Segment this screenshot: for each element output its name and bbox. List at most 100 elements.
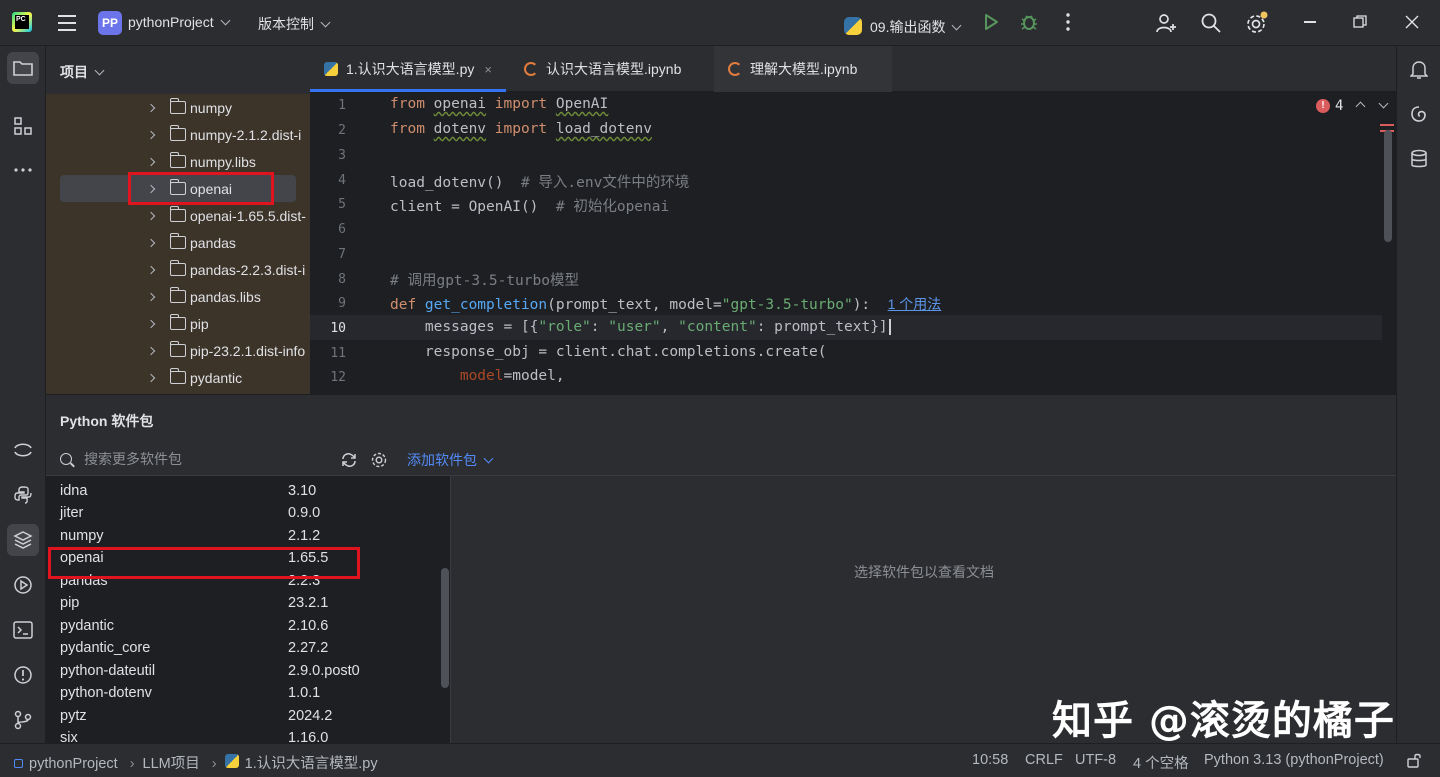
ai-assistant-icon[interactable] xyxy=(1403,98,1435,130)
code-line: model=model, xyxy=(459,368,565,384)
chevron-right-icon[interactable] xyxy=(146,157,156,166)
package-row[interactable]: idna 3.10 xyxy=(46,483,450,505)
tab-close-icon[interactable]: × xyxy=(484,62,492,77)
packages-panel-title: Python 软件包 xyxy=(60,413,154,429)
package-row[interactable]: python-dateutil 2.9.0.post0 xyxy=(46,663,450,685)
structure-icon[interactable] xyxy=(7,110,39,142)
package-version: 2.1.2 xyxy=(288,528,321,544)
tab-notebook-2[interactable]: 理解大模型.ipynb xyxy=(714,46,892,92)
code-editor[interactable]: 1 2 3 4 5 6 7 8 9 10 11 12 from openai i… xyxy=(310,92,1396,394)
package-row[interactable]: pip 23.2.1 xyxy=(46,595,450,617)
chevron-right-icon[interactable] xyxy=(146,319,156,328)
project-panel-header[interactable]: 项目 xyxy=(60,62,105,82)
breadcrumb-project[interactable]: pythonProject xyxy=(29,756,118,772)
file-encoding[interactable]: UTF-8 xyxy=(1075,752,1116,768)
error-stripe-mark[interactable] xyxy=(1380,124,1394,126)
tree-item-numpy-dist-info[interactable]: numpy-2.1.2.dist-i xyxy=(46,121,310,148)
unlock-icon[interactable] xyxy=(1406,752,1424,770)
tab-active-py[interactable]: 1.认识大语言模型.py × xyxy=(310,46,506,92)
git-icon[interactable] xyxy=(7,704,39,736)
documentation-hint: 选择软件包以查看文档 xyxy=(854,564,994,580)
tree-item-pandas-libs[interactable]: pandas.libs xyxy=(46,283,310,310)
breadcrumb-folder[interactable]: LLM项目 xyxy=(143,756,200,772)
tree-item-openai-dist-info[interactable]: openai-1.65.5.dist- xyxy=(46,202,310,229)
python-file-icon xyxy=(324,62,338,76)
close-icon[interactable] xyxy=(1402,12,1422,32)
package-row[interactable]: jiter 0.9.0 xyxy=(46,505,450,527)
chevron-right-icon[interactable] xyxy=(146,130,156,139)
run-config-selector[interactable]: 09.输出函数 xyxy=(844,14,962,37)
package-name: numpy xyxy=(60,528,104,544)
caret-position[interactable]: 10:58 xyxy=(972,752,1008,768)
notebook-icon xyxy=(728,62,742,76)
debug-icon[interactable] xyxy=(1018,11,1040,33)
chevron-up-icon[interactable] xyxy=(1355,101,1366,111)
package-row[interactable]: pytz 2024.2 xyxy=(46,708,450,730)
tree-item-pydantic[interactable]: pydantic xyxy=(46,364,310,391)
breadcrumb-separator-icon: › xyxy=(211,756,217,772)
tab-notebook-1[interactable]: 认识大语言模型.ipynb xyxy=(510,46,695,92)
add-user-icon[interactable] xyxy=(1154,11,1178,35)
services-icon[interactable] xyxy=(7,434,39,466)
tree-item-numpy-libs[interactable]: numpy.libs xyxy=(46,148,310,175)
line-separator[interactable]: CRLF xyxy=(1025,752,1063,768)
tree-item-pandas[interactable]: pandas xyxy=(46,229,310,256)
chevron-right-icon[interactable] xyxy=(146,265,156,274)
tab-label: 1.认识大语言模型.py xyxy=(346,61,475,77)
search-icon[interactable] xyxy=(1199,11,1223,35)
chevron-right-icon[interactable] xyxy=(146,373,156,382)
python-console-icon[interactable] xyxy=(7,479,39,511)
usage-hint-link[interactable]: 1 个用法 xyxy=(888,296,942,312)
python-interpreter[interactable]: Python 3.13 (pythonProject) xyxy=(1204,752,1384,768)
package-row[interactable]: python-dotenv 1.0.1 xyxy=(46,685,450,707)
project-folder-icon[interactable] xyxy=(7,52,39,84)
error-indicator[interactable]: ! 4 xyxy=(1316,98,1389,114)
tree-item-numpy[interactable]: numpy xyxy=(46,94,310,121)
package-settings-gear-icon[interactable] xyxy=(370,451,390,471)
line-number: 9 xyxy=(338,296,346,311)
more-actions-icon[interactable] xyxy=(1058,11,1078,33)
breadcrumb-file[interactable]: 1.认识大语言模型.py xyxy=(245,756,378,772)
package-row[interactable]: pydantic 2.10.6 xyxy=(46,618,450,640)
tree-item-pip[interactable]: pip xyxy=(46,310,310,337)
folder-icon xyxy=(169,341,186,357)
chevron-right-icon[interactable] xyxy=(146,211,156,220)
chevron-down-icon xyxy=(952,20,962,31)
chevron-down-icon[interactable] xyxy=(1378,98,1389,108)
add-package-button[interactable]: 添加软件包 xyxy=(407,450,494,470)
vcs-menu[interactable]: 版本控制 xyxy=(258,14,331,34)
chevron-right-icon[interactable] xyxy=(146,103,156,112)
code-line: # 调用gpt-3.5-turbo模型 xyxy=(390,273,579,289)
problems-icon[interactable] xyxy=(7,659,39,691)
tree-item-pip-dist-info[interactable]: pip-23.2.1.dist-info xyxy=(46,337,310,364)
notifications-bell-icon[interactable] xyxy=(1403,54,1435,86)
tree-item-pandas-dist-info[interactable]: pandas-2.2.3.dist-i xyxy=(46,256,310,283)
python-icon xyxy=(844,17,862,35)
terminal-icon[interactable] xyxy=(7,614,39,646)
main-menu-icon[interactable] xyxy=(56,12,78,34)
package-list-scrollbar[interactable] xyxy=(441,568,449,688)
minimize-icon[interactable] xyxy=(1300,12,1320,32)
refresh-icon[interactable] xyxy=(340,451,360,471)
package-row[interactable]: pydantic_core 2.27.2 xyxy=(46,640,450,662)
database-icon[interactable] xyxy=(1403,143,1435,175)
package-search-input[interactable]: 搜索更多软件包 xyxy=(60,449,182,469)
package-row[interactable]: six 1.16.0 xyxy=(46,730,450,744)
project-badge[interactable]: PP xyxy=(98,11,122,35)
run-tool-icon[interactable] xyxy=(7,569,39,601)
chevron-right-icon[interactable] xyxy=(146,238,156,247)
search-placeholder: 搜索更多软件包 xyxy=(84,451,182,467)
package-version: 0.9.0 xyxy=(288,505,321,521)
more-tools-icon[interactable] xyxy=(7,154,39,186)
vertical-scrollbar[interactable] xyxy=(1384,130,1392,242)
tree-item-label: pandas xyxy=(190,234,236,251)
indent-setting[interactable]: 4 个空格 xyxy=(1133,752,1189,773)
chevron-right-icon[interactable] xyxy=(146,292,156,301)
chevron-right-icon[interactable] xyxy=(146,346,156,355)
run-icon[interactable] xyxy=(980,11,1002,33)
python-packages-icon[interactable] xyxy=(7,524,39,556)
line-number: 12 xyxy=(330,370,346,385)
settings-gear-icon[interactable] xyxy=(1243,10,1269,36)
project-selector[interactable]: pythonProject xyxy=(128,14,231,30)
restore-icon[interactable] xyxy=(1350,12,1370,32)
